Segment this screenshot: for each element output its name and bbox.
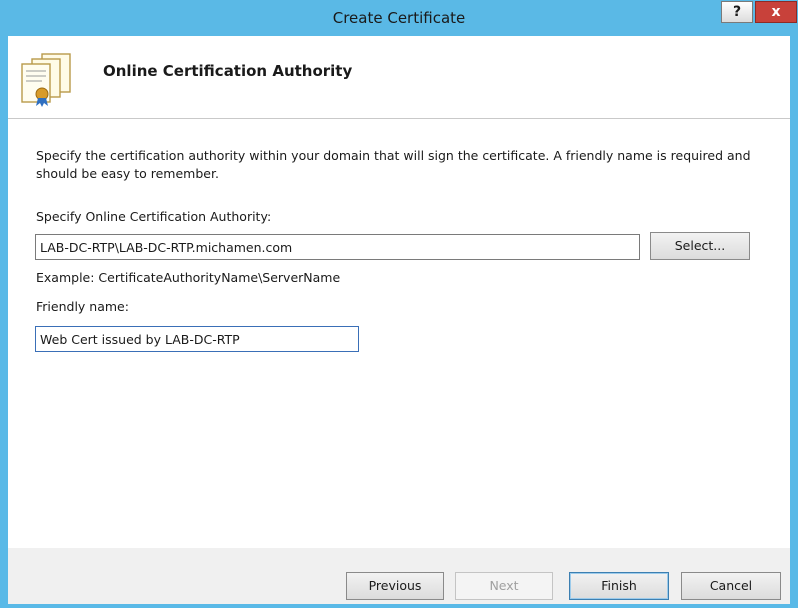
cancel-button[interactable]: Cancel xyxy=(681,572,781,600)
ca-field-label: Specify Online Certification Authority: xyxy=(36,209,272,224)
title-bar[interactable]: Create Certificate ? x xyxy=(0,0,798,36)
select-button[interactable]: Select... xyxy=(650,232,750,260)
dialog-client-area: Online Certification Authority Specify t… xyxy=(8,36,790,604)
help-button[interactable]: ? xyxy=(721,1,753,23)
instructions-text: Specify the certification authority with… xyxy=(36,148,751,181)
create-certificate-dialog: Create Certificate ? x Online Certificat… xyxy=(0,0,798,608)
close-button[interactable]: x xyxy=(755,1,797,23)
friendly-name-input[interactable] xyxy=(35,326,359,352)
finish-button[interactable]: Finish xyxy=(569,572,669,600)
ca-example-text: Example: CertificateAuthorityName\Server… xyxy=(36,270,341,285)
wizard-header: Online Certification Authority xyxy=(8,36,790,119)
wizard-footer: Previous Next Finish Cancel xyxy=(8,548,790,604)
previous-button[interactable]: Previous xyxy=(346,572,444,600)
next-button[interactable]: Next xyxy=(455,572,553,600)
window-title: Create Certificate xyxy=(332,9,466,27)
page-title: Online Certification Authority xyxy=(103,62,353,80)
certificate-icon xyxy=(21,53,71,107)
friendly-name-label: Friendly name: xyxy=(36,299,129,314)
ca-input[interactable] xyxy=(35,234,640,260)
